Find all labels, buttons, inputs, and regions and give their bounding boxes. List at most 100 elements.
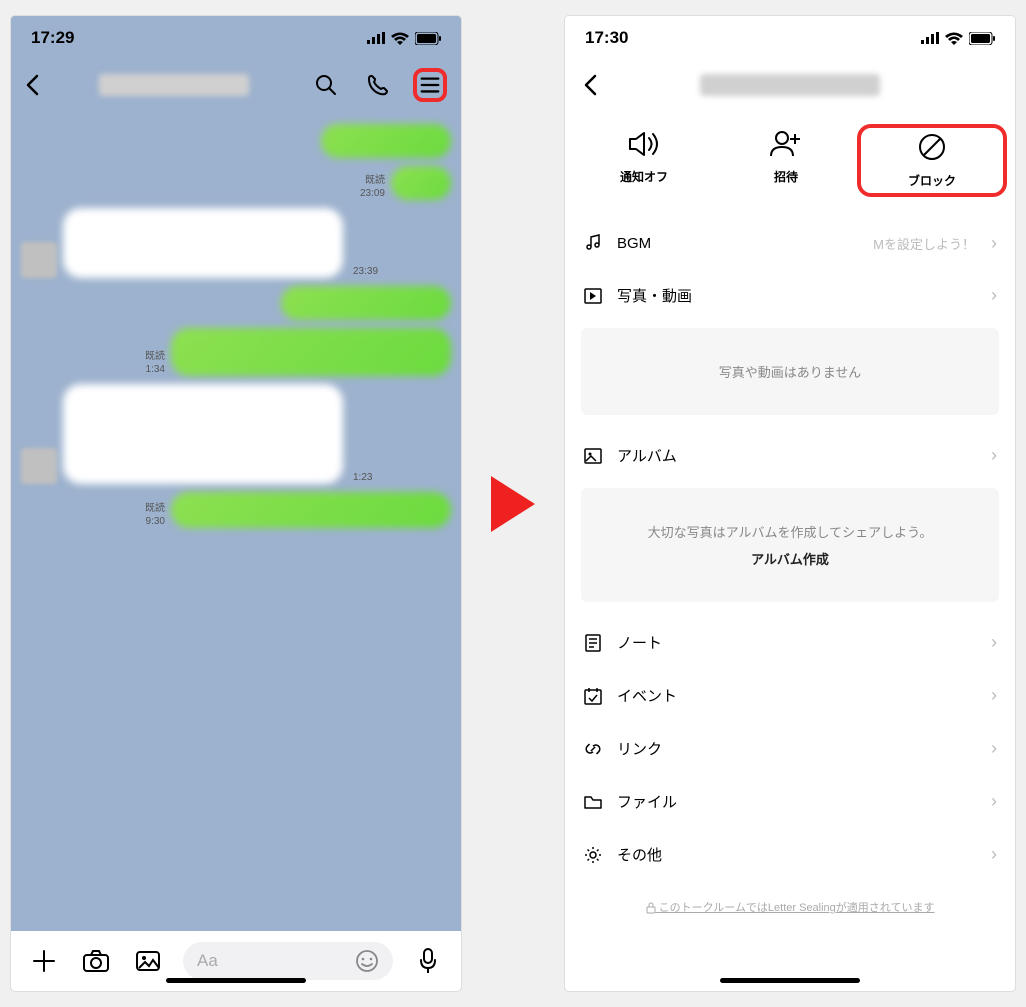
message-row bbox=[21, 124, 451, 158]
chat-screen: 17:29 既読23:0923:39既読1:341:23既読9:30 bbox=[11, 16, 461, 991]
battery-icon bbox=[969, 32, 995, 45]
message-input[interactable]: Aa bbox=[183, 942, 393, 980]
block-icon bbox=[917, 132, 947, 162]
input-placeholder: Aa bbox=[197, 951, 218, 971]
settings-screen: 17:30 通知オフ 招待 ブロック bbox=[565, 16, 1015, 991]
message-row: 既読1:34 bbox=[21, 328, 451, 376]
signal-icon bbox=[367, 32, 385, 44]
event-row[interactable]: イベント › bbox=[565, 669, 1015, 722]
message-meta: 1:23 bbox=[353, 471, 372, 484]
album-empty-box[interactable]: 大切な写真はアルバムを作成してシェアしよう。 アルバム作成 bbox=[581, 488, 999, 602]
emoji-icon[interactable] bbox=[355, 949, 379, 973]
album-create: アルバム作成 bbox=[601, 549, 979, 568]
settings-navbar bbox=[565, 60, 1015, 110]
other-row[interactable]: その他 › bbox=[565, 828, 1015, 881]
photo-icon bbox=[583, 286, 603, 306]
chat-navbar bbox=[11, 60, 461, 110]
message-row bbox=[21, 286, 451, 320]
message-meta: 23:39 bbox=[353, 265, 378, 278]
back-button[interactable] bbox=[25, 74, 39, 96]
chat-messages: 既読23:0923:39既読1:341:23既読9:30 bbox=[11, 110, 461, 931]
status-time: 17:30 bbox=[585, 28, 628, 48]
block-label: ブロック bbox=[908, 172, 956, 189]
avatar[interactable] bbox=[21, 448, 57, 484]
bgm-side-text: Mを設定しよう！ bbox=[873, 234, 975, 253]
message-bubble[interactable] bbox=[171, 492, 451, 528]
album-icon bbox=[583, 446, 603, 466]
mic-icon[interactable] bbox=[411, 944, 445, 978]
wifi-icon bbox=[945, 32, 963, 45]
mute-action[interactable]: 通知オフ bbox=[573, 124, 715, 197]
message-bubble[interactable] bbox=[63, 384, 343, 484]
settings-content: 通知オフ 招待 ブロック BGM Mを設定しよう！ › 写真・動画 › 写真や動… bbox=[565, 110, 1015, 991]
arrow-icon bbox=[491, 476, 535, 532]
signal-icon bbox=[921, 32, 939, 44]
message-meta: 既読23:09 bbox=[360, 174, 385, 200]
chevron-right-icon: › bbox=[991, 285, 997, 306]
call-icon[interactable] bbox=[361, 68, 395, 102]
chevron-right-icon: › bbox=[991, 791, 997, 812]
file-label: ファイル bbox=[617, 791, 677, 812]
chevron-right-icon: › bbox=[991, 685, 997, 706]
message-bubble[interactable] bbox=[281, 286, 451, 320]
message-row: 1:23 bbox=[21, 384, 451, 484]
status-bar: 17:29 bbox=[11, 16, 461, 60]
chevron-right-icon: › bbox=[991, 844, 997, 865]
action-row: 通知オフ 招待 ブロック bbox=[565, 110, 1015, 217]
link-label: リンク bbox=[617, 738, 662, 759]
lock-icon bbox=[646, 902, 656, 914]
gear-icon bbox=[583, 845, 603, 865]
search-icon[interactable] bbox=[309, 68, 343, 102]
music-icon bbox=[583, 233, 603, 253]
message-bubble[interactable] bbox=[171, 328, 451, 376]
chevron-right-icon: › bbox=[991, 632, 997, 653]
menu-icon[interactable] bbox=[413, 68, 447, 102]
folder-icon bbox=[583, 792, 603, 812]
home-indicator bbox=[720, 978, 860, 983]
status-icons bbox=[921, 32, 995, 45]
plus-icon[interactable] bbox=[27, 944, 61, 978]
bgm-row[interactable]: BGM Mを設定しよう！ › bbox=[565, 217, 1015, 269]
invite-label: 招待 bbox=[774, 168, 798, 185]
status-icons bbox=[367, 32, 441, 45]
wifi-icon bbox=[391, 32, 409, 45]
photos-empty-text: 写真や動画はありません bbox=[601, 362, 979, 381]
add-user-icon bbox=[769, 130, 803, 158]
settings-title bbox=[700, 74, 880, 96]
invite-action[interactable]: 招待 bbox=[715, 124, 857, 197]
note-row[interactable]: ノート › bbox=[565, 616, 1015, 669]
photos-label: 写真・動画 bbox=[617, 285, 692, 306]
chevron-right-icon: › bbox=[991, 738, 997, 759]
album-label: アルバム bbox=[617, 445, 677, 466]
chevron-right-icon: › bbox=[991, 445, 997, 466]
note-label: ノート bbox=[617, 632, 662, 653]
status-bar: 17:30 bbox=[565, 16, 1015, 60]
chat-title bbox=[57, 74, 291, 96]
camera-icon[interactable] bbox=[79, 944, 113, 978]
calendar-icon bbox=[583, 686, 603, 706]
other-label: その他 bbox=[617, 844, 662, 865]
battery-icon bbox=[415, 32, 441, 45]
message-bubble[interactable] bbox=[63, 208, 343, 278]
letter-sealing-text[interactable]: このトークルームではLetter Sealingが適用されています bbox=[565, 881, 1015, 945]
message-bubble[interactable] bbox=[321, 124, 451, 158]
album-hint: 大切な写真はアルバムを作成してシェアしよう。 bbox=[601, 522, 979, 541]
image-icon[interactable] bbox=[131, 944, 165, 978]
speaker-icon bbox=[627, 130, 661, 158]
block-action[interactable]: ブロック bbox=[857, 124, 1007, 197]
note-icon bbox=[583, 633, 603, 653]
status-time: 17:29 bbox=[31, 28, 74, 48]
message-bubble[interactable] bbox=[391, 166, 451, 200]
back-button[interactable] bbox=[583, 74, 597, 96]
avatar[interactable] bbox=[21, 242, 57, 278]
photos-row[interactable]: 写真・動画 › bbox=[565, 269, 1015, 322]
mute-label: 通知オフ bbox=[620, 168, 668, 185]
file-row[interactable]: ファイル › bbox=[565, 775, 1015, 828]
link-row[interactable]: リンク › bbox=[565, 722, 1015, 775]
message-row: 既読23:09 bbox=[21, 166, 451, 200]
album-row[interactable]: アルバム › bbox=[565, 429, 1015, 482]
photos-empty-box: 写真や動画はありません bbox=[581, 328, 999, 415]
message-row: 23:39 bbox=[21, 208, 451, 278]
chevron-right-icon: › bbox=[991, 233, 997, 254]
bgm-label: BGM bbox=[617, 235, 651, 252]
